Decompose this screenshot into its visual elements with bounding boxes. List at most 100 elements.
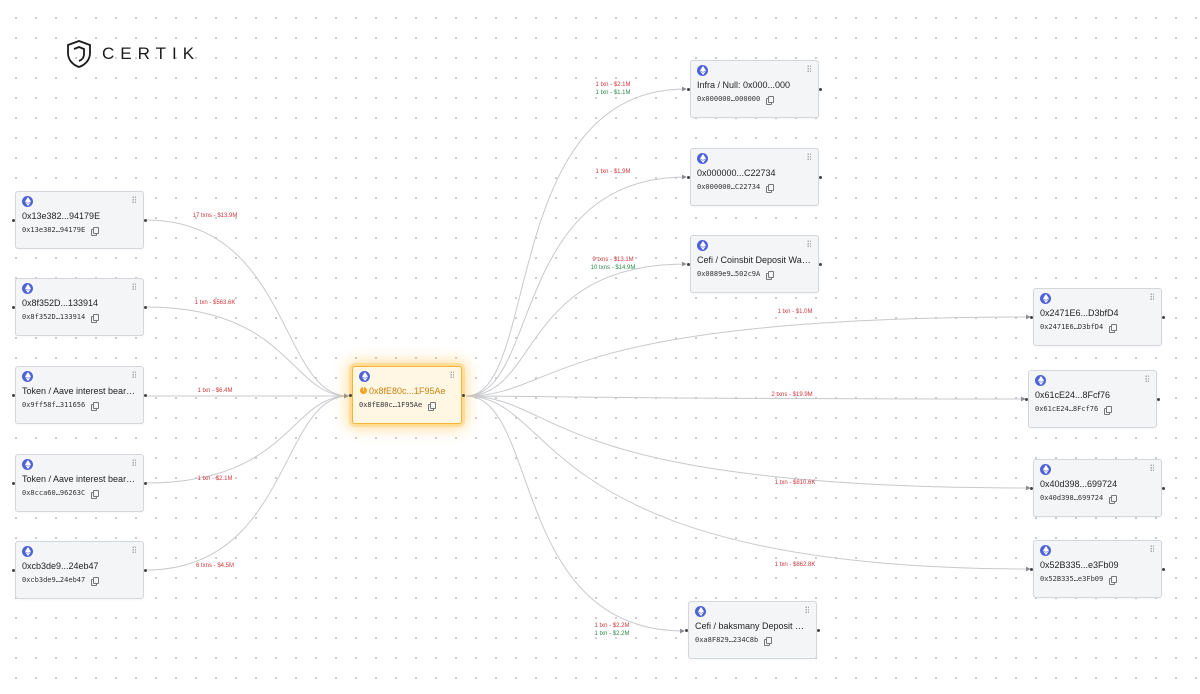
drag-handle-icon[interactable] xyxy=(132,371,136,378)
drag-handle-icon[interactable] xyxy=(132,283,136,290)
copy-icon[interactable] xyxy=(1104,405,1113,415)
copy-icon[interactable] xyxy=(91,313,100,323)
edge-label-dst3-out: 9 txns - $13.1M xyxy=(592,257,634,263)
port-in xyxy=(12,393,15,397)
drag-handle-icon[interactable] xyxy=(132,459,136,466)
node-address: 0x2471E6…D3bfD4 xyxy=(1040,323,1118,333)
drag-handle-icon[interactable] xyxy=(807,240,811,247)
edge-src5-center[interactable] xyxy=(145,393,349,571)
node-source-1[interactable]: 0x13e382...94179E 0x13e382…94179E xyxy=(12,191,147,249)
port-out xyxy=(819,262,822,266)
node-title: 0x13e382...94179E xyxy=(22,211,101,221)
port-in xyxy=(12,568,15,572)
copy-icon[interactable] xyxy=(91,401,100,411)
node-destination-5[interactable]: 0x61cE24...8Fcf76 0x61cE24…8Fcf76 xyxy=(1025,370,1160,428)
address-text: 0x8f352D…133914 xyxy=(22,313,86,321)
port-in xyxy=(349,393,352,397)
edge-label-src3: 1 txn - $6.4M xyxy=(197,388,233,394)
edge-layer xyxy=(145,86,1031,634)
port-in xyxy=(1030,315,1033,319)
node-source-2[interactable]: 0x8f352D...133914 0x8f352D…133914 xyxy=(12,278,147,336)
edge-label-dst7: 1 txn - $862.8K xyxy=(774,562,816,568)
drag-handle-icon[interactable] xyxy=(1150,293,1154,300)
node-center-focus[interactable]: ! 0x8fE80c...1F95Ae 0x8fE80c…1F95Ae xyxy=(349,366,465,424)
address-text: 0x52B335…e3Fb09 xyxy=(1040,575,1104,583)
drag-handle-icon[interactable] xyxy=(807,153,811,160)
copy-icon[interactable] xyxy=(1109,323,1118,333)
certik-logo: CERTIK xyxy=(66,40,200,68)
node-title: Token / Aave interest bearing ... xyxy=(22,474,137,484)
edge-label-dst4: 1 txn - $1.0M xyxy=(777,309,813,315)
node-address: 0x8f352D…133914 xyxy=(22,313,100,323)
port-in xyxy=(687,262,690,266)
ethereum-icon xyxy=(22,371,33,382)
drag-handle-icon[interactable] xyxy=(807,65,811,72)
copy-icon[interactable] xyxy=(91,489,100,499)
edge-src4-center[interactable] xyxy=(145,393,349,484)
drag-handle-icon[interactable] xyxy=(1150,464,1154,471)
ethereum-icon xyxy=(359,371,370,382)
node-title: Cefi / baksmany Deposit Wallet xyxy=(695,621,810,631)
node-destination-3[interactable]: Cefi / Coinsbit Deposit Wallet 0x0889e9…… xyxy=(687,235,822,293)
address-text: 0x40d398…699724 xyxy=(1040,494,1104,502)
copy-icon[interactable] xyxy=(1109,575,1118,585)
port-out xyxy=(819,87,822,91)
node-destination-2[interactable]: 0x000000...C22734 0x000000…C22734 xyxy=(687,148,822,206)
node-destination-4[interactable]: 0x2471E6...D3bfD4 0x2471E6…D3bfD4 xyxy=(1030,288,1165,346)
node-source-5[interactable]: 0xcb3de9...24eb47 0xcb3de9…24eb47 xyxy=(12,541,147,599)
copy-icon[interactable] xyxy=(91,576,100,586)
edge-center-dst1[interactable] xyxy=(465,86,687,397)
copy-icon[interactable] xyxy=(764,636,773,646)
edge-center-dst5[interactable] xyxy=(465,395,1026,402)
edge-center-dst2[interactable] xyxy=(465,174,687,397)
node-address: 0x8fE80c…1F95Ae xyxy=(359,401,437,411)
flow-graph-canvas[interactable]: CERTIK 0x13e382...94179E 0x13e382…94179E… xyxy=(0,0,1200,694)
node-address: 0x61cE24…8Fcf76 xyxy=(1035,405,1113,415)
copy-icon[interactable] xyxy=(766,270,775,280)
copy-icon[interactable] xyxy=(91,226,100,236)
certik-shield-icon xyxy=(67,40,91,68)
node-title: 0xcb3de9...24eb47 xyxy=(22,561,99,571)
copy-icon[interactable] xyxy=(428,401,437,411)
node-title: 0x61cE24...8Fcf76 xyxy=(1035,390,1111,400)
node-title: 0x2471E6...D3bfD4 xyxy=(1040,308,1119,318)
port-out xyxy=(144,568,147,572)
copy-icon[interactable] xyxy=(1109,494,1118,504)
node-address: 0xa8F829…234C8b xyxy=(695,636,773,646)
drag-handle-icon[interactable] xyxy=(132,196,136,203)
copy-icon[interactable] xyxy=(766,183,775,193)
node-destination-6[interactable]: 0x40d398...699724 0x40d398…699724 xyxy=(1030,459,1165,517)
node-destination-8[interactable]: Cefi / baksmany Deposit Wallet 0xa8F829…… xyxy=(685,601,820,659)
port-out xyxy=(144,305,147,309)
node-title: Cefi / Coinsbit Deposit Wallet xyxy=(697,255,812,265)
warning-icon: ! xyxy=(360,387,367,394)
port-out xyxy=(819,175,822,179)
node-destination-1[interactable]: Infra / Null: 0x000...000 0x000000…00000… xyxy=(687,60,822,118)
ethereum-icon xyxy=(22,459,33,470)
edge-center-dst6[interactable] xyxy=(465,395,1031,491)
drag-handle-icon[interactable] xyxy=(1150,545,1154,552)
edge-label-src2: 1 txn - $563.6K xyxy=(194,300,236,306)
edge-center-dst8[interactable] xyxy=(465,395,685,634)
drag-handle-icon[interactable] xyxy=(1145,375,1149,382)
drag-handle-icon[interactable] xyxy=(805,606,809,613)
edge-src2-center[interactable] xyxy=(145,306,349,399)
address-text: 0x000000…000000 xyxy=(697,95,761,103)
drag-handle-icon[interactable] xyxy=(132,546,136,553)
node-source-4[interactable]: Token / Aave interest bearing ... 0x8cca… xyxy=(12,454,147,512)
port-out xyxy=(1162,567,1165,571)
address-text: 0x9ff58f…311656 xyxy=(22,401,86,409)
ethereum-icon xyxy=(697,153,708,164)
edge-label-dst8-out: 1 txn - $2.2M xyxy=(594,623,630,629)
node-address: 0x0889e9…502c9A xyxy=(697,270,775,280)
node-title: 0x8fE80c...1F95Ae xyxy=(369,386,446,396)
copy-icon[interactable] xyxy=(766,95,775,105)
port-out xyxy=(1157,397,1160,401)
node-address: 0xcb3de9…24eb47 xyxy=(22,576,100,586)
node-destination-7[interactable]: 0x52B335...e3Fb09 0x52B335…e3Fb09 xyxy=(1030,540,1165,598)
ethereum-icon xyxy=(22,283,33,294)
drag-handle-icon[interactable] xyxy=(450,371,454,378)
node-source-3[interactable]: Token / Aave interest bearing ... 0x9ff5… xyxy=(12,366,147,424)
edge-center-dst4[interactable] xyxy=(465,314,1031,397)
node-title: 0x52B335...e3Fb09 xyxy=(1040,560,1119,570)
